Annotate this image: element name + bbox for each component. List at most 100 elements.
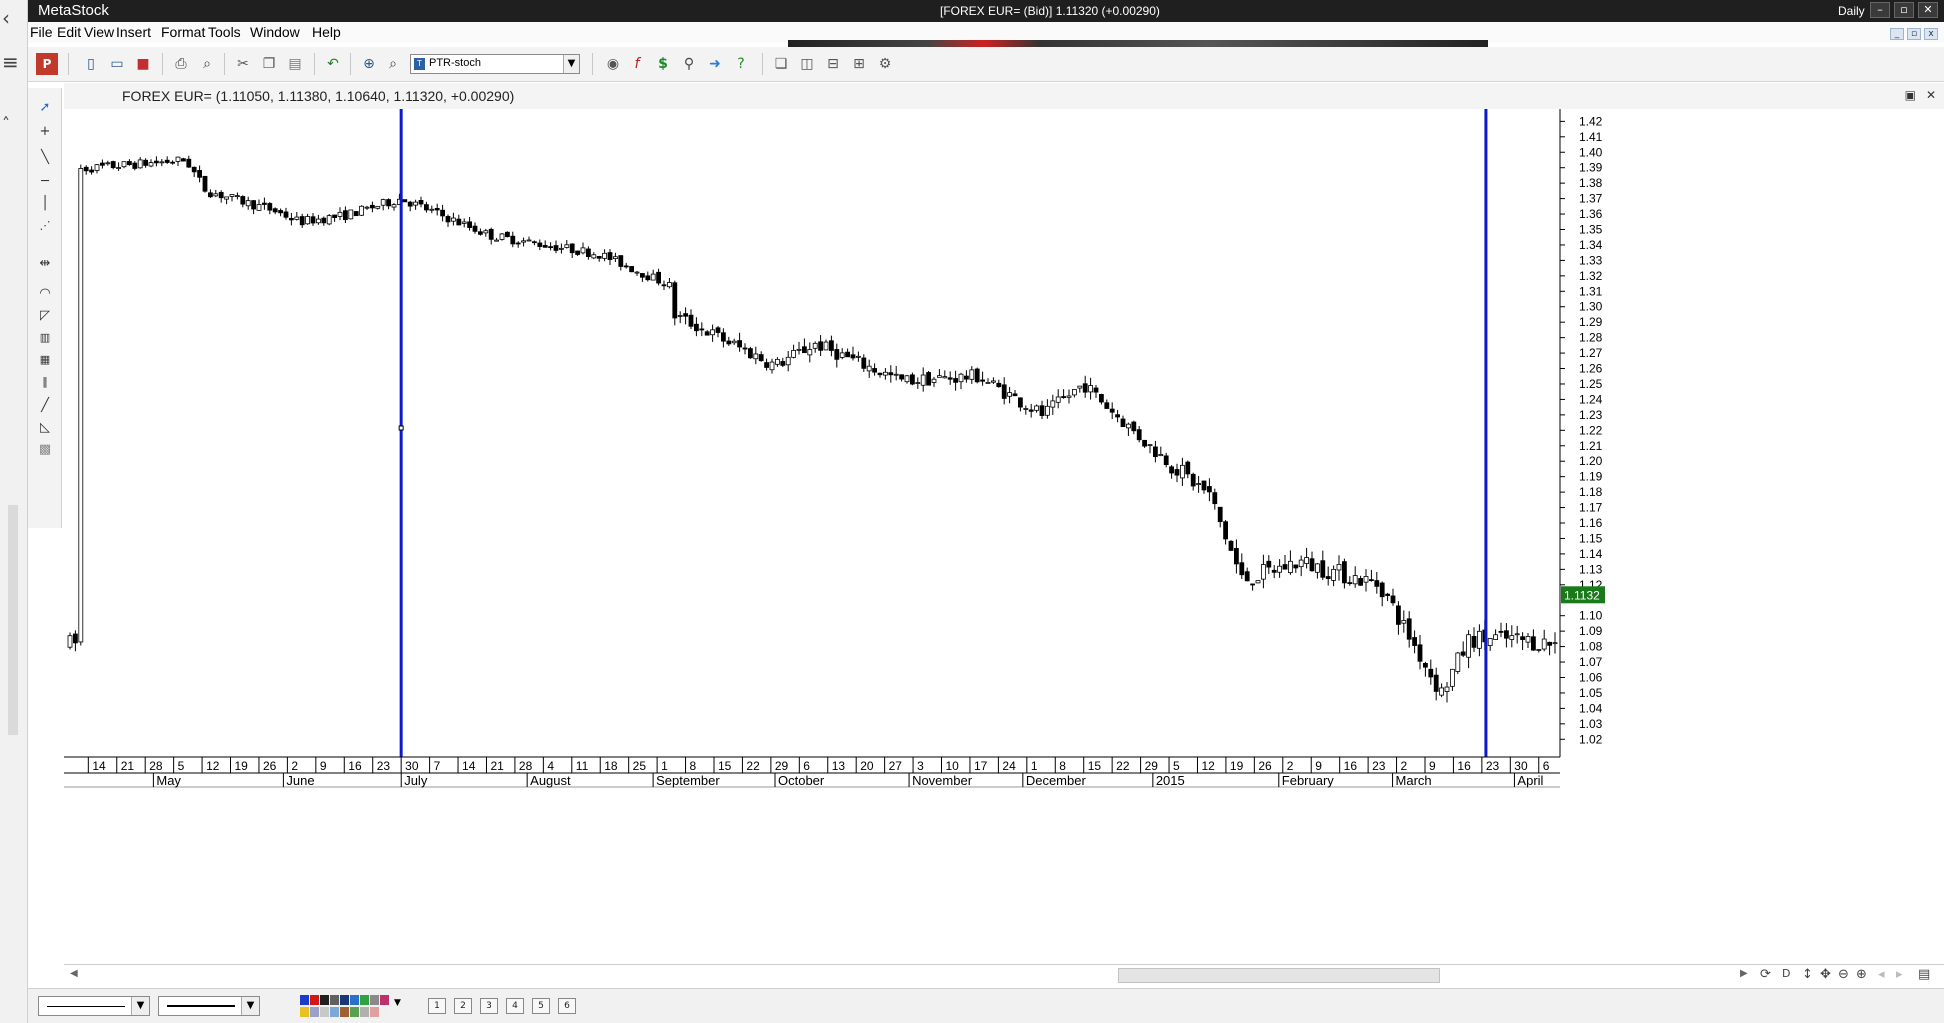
copy-icon[interactable]: ❐	[258, 53, 280, 75]
vertical-scale-icon[interactable]: ↕	[1802, 967, 1813, 982]
scroll-forward-icon[interactable]: ▸	[1896, 967, 1903, 982]
minimize-button[interactable]: –	[1870, 2, 1890, 18]
crosshair-icon[interactable]: ⊕	[358, 53, 380, 75]
menu-format[interactable]: Format	[161, 24, 205, 40]
color-swatch[interactable]	[360, 1006, 369, 1017]
scroll-back-icon[interactable]: ◂	[1878, 967, 1885, 982]
window-4-button[interactable]: 4	[506, 998, 524, 1014]
scroll-right-icon[interactable]: ▶	[1740, 968, 1748, 979]
window-6-button[interactable]: 6	[558, 998, 576, 1014]
cascade-windows-icon[interactable]: ❏	[770, 53, 792, 75]
menu-tools[interactable]: Tools	[208, 24, 241, 40]
metastock-logo-icon[interactable]: P	[36, 53, 58, 75]
color-swatch[interactable]	[310, 995, 319, 1005]
color-swatch[interactable]	[350, 995, 359, 1005]
zoom-out-icon[interactable]: ⊖	[1838, 967, 1849, 982]
indicator-builder-icon[interactable]: f	[626, 53, 648, 75]
chart-horizontal-scrollbar[interactable]: ◀ ▶ ⟳ D ↕ ✥ ⊖ ⊕ ◂ ▸ ▤	[64, 964, 1944, 986]
chevron-down-icon[interactable]: ▼	[131, 997, 149, 1015]
chart-restore-icon[interactable]: ▣	[1905, 88, 1916, 102]
options-gear-icon[interactable]: ⚙	[874, 53, 896, 75]
cut-icon[interactable]: ✂	[232, 53, 254, 75]
color-swatch[interactable]	[340, 995, 349, 1005]
vertical-line-tool-icon[interactable]: │	[33, 192, 57, 214]
restore-button[interactable]: ▫	[1894, 2, 1914, 18]
color-swatch[interactable]	[330, 995, 339, 1005]
chevron-down-icon[interactable]: ▼	[563, 55, 579, 73]
color-swatch[interactable]	[340, 1006, 349, 1017]
tile-vertical-icon[interactable]: ◫	[796, 53, 818, 75]
color-swatch[interactable]	[360, 995, 369, 1005]
line-weight-select[interactable]: ▼	[158, 996, 260, 1016]
color-swatch[interactable]	[310, 1006, 319, 1017]
expert-advisor-icon[interactable]: ◉	[602, 53, 624, 75]
color-swatch[interactable]	[330, 1006, 339, 1017]
help-query-icon[interactable]: ?	[730, 53, 752, 75]
undo-icon[interactable]: ↶	[322, 53, 344, 75]
menu-window[interactable]: Window	[250, 24, 300, 40]
crosshair-tool-icon[interactable]: +	[33, 120, 57, 142]
mdi-restore-button[interactable]: ▫	[1907, 28, 1921, 40]
print-icon[interactable]: ⎙	[170, 53, 192, 75]
arc-tool-icon[interactable]: ◠	[33, 282, 57, 304]
chart-close-icon[interactable]: ✕	[1926, 88, 1936, 102]
window-5-button[interactable]: 5	[532, 998, 550, 1014]
color-swatch[interactable]	[320, 995, 329, 1005]
trendline-tool-icon[interactable]: ╲	[33, 146, 57, 168]
color-palette[interactable]	[300, 995, 392, 1017]
color-swatch[interactable]	[380, 995, 389, 1005]
hamburger-menu-icon[interactable]: ≡	[2, 50, 19, 74]
line-study-tool-icon[interactable]: ╱	[33, 394, 57, 416]
pointer-tool-icon[interactable]: ➚	[33, 96, 57, 118]
new-icon[interactable]: ▯	[80, 53, 102, 75]
window-2-button[interactable]: 2	[454, 998, 472, 1014]
line-style-select[interactable]: ▼	[38, 996, 150, 1016]
system-tester-icon[interactable]: $	[652, 53, 674, 75]
mdi-minimize-button[interactable]: _	[1890, 28, 1904, 40]
pan-move-icon[interactable]: ✥	[1820, 967, 1831, 982]
chart-canvas[interactable]: 1.42 1.411.40 1.391.38 1.371.361.35 1.341.33…	[64, 109, 1944, 975]
forward-arrow-icon[interactable]: ➜	[704, 53, 726, 75]
refresh-icon[interactable]: ⟳	[1760, 967, 1771, 982]
zoom-in-icon[interactable]: ⊕	[1856, 967, 1867, 982]
template-select[interactable]: T PTR-stoch ▼	[410, 54, 580, 74]
menu-insert[interactable]: Insert	[116, 24, 151, 40]
color-swatch[interactable]	[320, 1006, 329, 1017]
fibonacci-tool-icon[interactable]: ⋰	[33, 214, 57, 236]
period-d-button[interactable]: D	[1782, 967, 1790, 980]
print-preview-icon[interactable]: ⌕	[196, 53, 218, 75]
speed-lines-tool-icon[interactable]: ◺	[33, 416, 57, 438]
menu-edit[interactable]: Edit	[57, 24, 81, 40]
tile-horizontal-icon[interactable]: ⊟	[822, 53, 844, 75]
color-swatch[interactable]	[350, 1006, 359, 1017]
grid-pattern-tool-icon[interactable]: ▩	[33, 438, 57, 460]
paste-icon[interactable]: ▤	[284, 53, 306, 75]
palette-dropdown-icon[interactable]: ▼	[394, 998, 401, 1008]
chevron-up-icon[interactable]: ˄	[2, 114, 10, 133]
price-chart[interactable]: 1.42 1.41 1.40 1.39 1.38 1.37 1.36 1.35 1.34 1.33…	[64, 109, 1944, 975]
cycle-lines-tool-icon[interactable]: ‖	[33, 370, 57, 392]
horizontal-resize-icon[interactable]: ⇹	[33, 252, 57, 274]
close-button[interactable]: ✕	[1918, 2, 1938, 18]
color-swatch[interactable]	[370, 1006, 379, 1017]
chevron-left-icon[interactable]: ‹	[2, 6, 10, 30]
window-3-button[interactable]: 3	[480, 998, 498, 1014]
tile-grid-icon[interactable]: ⊞	[848, 53, 870, 75]
window-1-button[interactable]: 1	[428, 998, 446, 1014]
color-swatch[interactable]	[380, 1006, 389, 1017]
explorer-icon[interactable]: ⚲	[678, 53, 700, 75]
menu-view[interactable]: View	[84, 24, 114, 40]
fan-tool-icon[interactable]: ◸	[33, 304, 57, 326]
scroll-left-icon[interactable]: ◀	[70, 968, 78, 979]
mdi-close-button[interactable]: x	[1924, 28, 1938, 40]
data-window-icon[interactable]: ▤	[1918, 967, 1930, 982]
open-folder-icon[interactable]: ▭	[106, 53, 128, 75]
save-icon[interactable]: ■	[132, 53, 154, 75]
color-swatch[interactable]	[300, 995, 309, 1005]
text-p-tool-icon[interactable]: ▥	[33, 326, 57, 348]
color-swatch[interactable]	[370, 995, 379, 1005]
chevron-down-icon[interactable]: ▼	[241, 997, 259, 1015]
zoom-icon[interactable]: ⌕	[382, 53, 404, 75]
scroll-thumb[interactable]	[1118, 968, 1440, 983]
color-swatch[interactable]	[300, 1006, 309, 1017]
